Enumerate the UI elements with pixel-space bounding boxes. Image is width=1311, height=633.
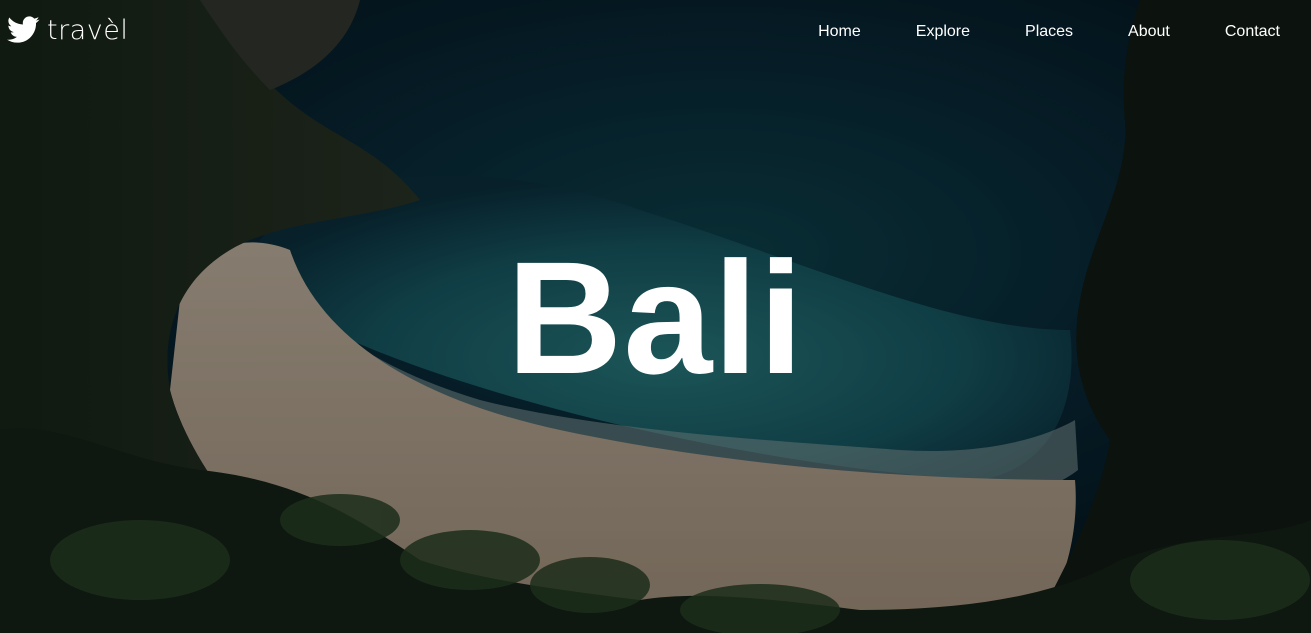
nav-menu: Home Explore Places About Contact bbox=[818, 22, 1280, 42]
nav-link-about[interactable]: About bbox=[1073, 22, 1170, 42]
brand-name: travèl bbox=[47, 14, 129, 46]
nav-link-home[interactable]: Home bbox=[818, 22, 861, 42]
hero-section: travèl Home Explore Places About Contact… bbox=[0, 0, 1311, 633]
bird-icon bbox=[7, 16, 40, 43]
nav-link-explore[interactable]: Explore bbox=[861, 22, 970, 42]
hero-title: Bali bbox=[506, 228, 805, 407]
brand-logo[interactable]: travèl bbox=[7, 16, 128, 44]
top-navbar: travèl Home Explore Places About Contact bbox=[0, 0, 1311, 68]
nav-link-contact[interactable]: Contact bbox=[1170, 22, 1280, 42]
nav-link-places[interactable]: Places bbox=[970, 22, 1073, 42]
